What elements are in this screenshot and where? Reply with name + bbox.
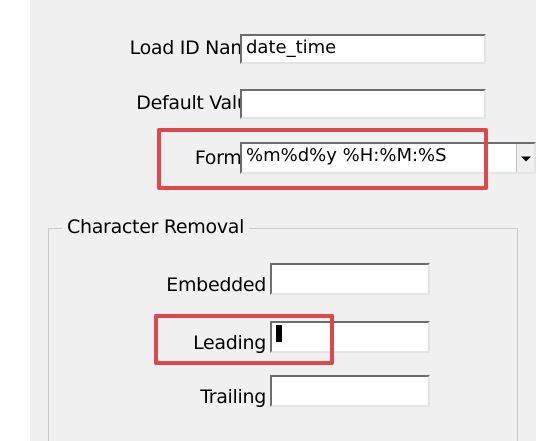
character-removal-title: Character Removal (62, 215, 250, 239)
default-value-input[interactable] (240, 89, 486, 119)
format-highlight-box (157, 128, 488, 190)
dialog-panel: Load ID Name date_time Default Value For… (30, 0, 536, 441)
trailing-label: Trailing (200, 386, 266, 408)
leading-highlight-box (154, 314, 334, 365)
chevron-down-icon (520, 156, 531, 162)
embedded-label: Embedded (166, 274, 266, 296)
embedded-input[interactable] (270, 263, 430, 295)
trailing-input[interactable] (270, 375, 430, 407)
format-dropdown-button[interactable] (516, 144, 534, 172)
load-id-name-input[interactable]: date_time (240, 34, 486, 64)
